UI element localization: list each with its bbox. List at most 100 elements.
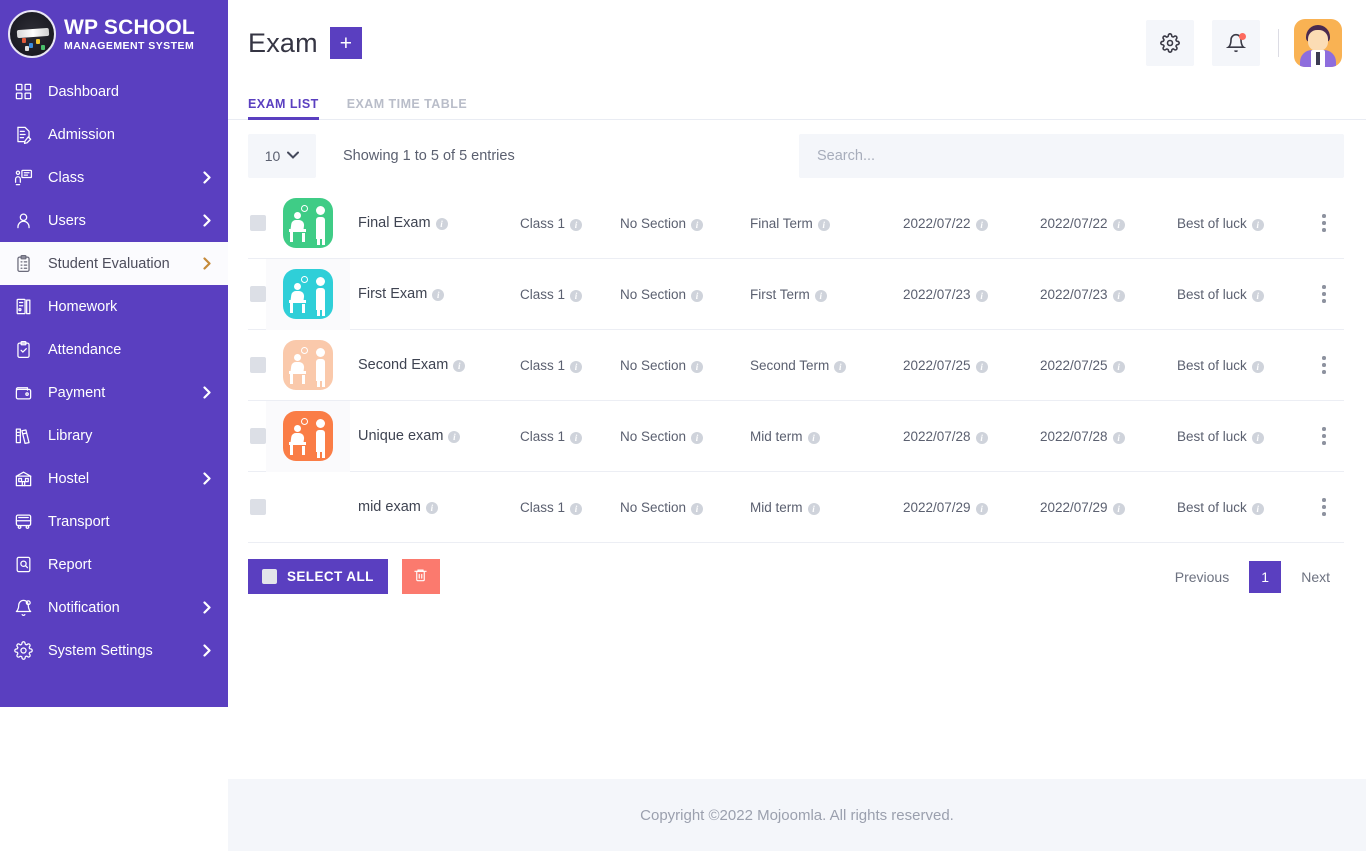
exam-icon [266,258,350,330]
info-icon[interactable]: i [817,218,830,231]
info-icon[interactable]: i [435,218,448,231]
sidebar-item-label: Homework [48,298,118,315]
chevron-right-icon [200,386,214,399]
row-actions-menu[interactable] [1304,423,1344,449]
info-icon[interactable]: i [1112,218,1125,231]
info-icon[interactable]: i [1251,218,1264,231]
info-icon[interactable]: i [807,431,820,444]
cell-section: No Section i [620,500,750,515]
pagination-next[interactable]: Next [1287,561,1344,593]
sidebar-item-system-settings[interactable]: System Settings [0,629,228,672]
graduation-cap-logo [8,10,56,58]
info-icon[interactable]: i [570,502,583,515]
info-icon[interactable]: i [814,289,827,302]
kebab-menu-icon[interactable] [1318,210,1330,236]
cell-end: 2022/07/25 i [1040,358,1177,373]
app-root: WP SCHOOL MANAGEMENT SYSTEM Dashboard Adm… [0,0,1366,851]
row-checkbox[interactable] [250,357,266,373]
info-icon[interactable]: i [691,502,704,515]
notifications-button[interactable] [1212,20,1260,66]
sidebar-item-users[interactable]: Users [0,199,228,242]
info-icon[interactable]: i [834,360,847,373]
sidebar-item-transport[interactable]: Transport [0,500,228,543]
wallet-icon [14,383,40,402]
info-icon[interactable]: i [975,289,988,302]
page-length-select[interactable]: 10 [248,134,316,178]
info-icon[interactable]: i [425,502,438,515]
kebab-menu-icon[interactable] [1318,281,1330,307]
row-checkbox[interactable] [250,499,266,515]
info-icon[interactable]: i [1112,289,1125,302]
sidebar-item-payment[interactable]: Payment [0,371,228,414]
row-checkbox[interactable] [250,215,266,231]
info-icon[interactable]: i [448,431,461,444]
settings-button[interactable] [1146,20,1194,66]
search-input[interactable] [799,134,1344,178]
info-icon[interactable]: i [1251,360,1264,373]
cell-section-text: No Section [620,357,687,373]
info-icon[interactable]: i [1112,360,1125,373]
select-all-button[interactable]: SELECT ALL [248,559,388,594]
kebab-menu-icon[interactable] [1318,423,1330,449]
sidebar-item-attendance[interactable]: Attendance [0,328,228,371]
tab-exam-time-table[interactable]: EXAM TIME TABLE [347,97,467,119]
select-all-checkbox-icon [262,569,277,584]
tab-label: EXAM TIME TABLE [346,97,468,111]
pagination-previous[interactable]: Previous [1161,561,1243,593]
gear-icon [1160,33,1180,53]
tab-exam-list[interactable]: EXAM LIST [248,97,319,120]
info-icon[interactable]: i [1112,502,1125,515]
info-icon[interactable]: i [691,289,704,302]
cell-class-text: Class 1 [520,428,566,444]
info-icon[interactable]: i [691,218,704,231]
info-icon[interactable]: i [453,360,466,373]
cell-note-text: Best of luck [1177,357,1247,373]
info-icon[interactable]: i [807,502,820,515]
sidebar-item-hostel[interactable]: Hostel [0,457,228,500]
sidebar-item-notification[interactable]: Notification [0,586,228,629]
row-checkbox[interactable] [250,428,266,444]
kebab-menu-icon[interactable] [1318,352,1330,378]
tab-bar: EXAM LIST EXAM TIME TABLE [228,86,1366,120]
info-icon[interactable]: i [1251,502,1264,515]
delete-selected-button[interactable] [401,559,440,594]
user-avatar[interactable] [1294,19,1342,67]
cell-start: 2022/07/29 i [903,500,1040,515]
row-checkbox[interactable] [250,286,266,302]
sidebar-item-admission[interactable]: Admission [0,113,228,156]
row-actions-menu[interactable] [1304,352,1344,378]
sidebar-item-report[interactable]: Report [0,543,228,586]
info-icon[interactable]: i [1112,431,1125,444]
kebab-menu-icon[interactable] [1318,494,1330,520]
pagination-page-1[interactable]: 1 [1249,560,1282,593]
sidebar-item-label: Report [48,556,92,573]
sidebar-item-class[interactable]: Class [0,156,228,199]
exam-icon [266,330,350,401]
info-icon[interactable]: i [1251,289,1264,302]
info-icon[interactable]: i [432,289,445,302]
chevron-right-icon [200,644,214,657]
sidebar-item-library[interactable]: Library [0,414,228,457]
info-icon[interactable]: i [975,502,988,515]
select-all-label: SELECT ALL [287,569,374,584]
brand-title: WP SCHOOL [64,15,195,39]
info-icon[interactable]: i [570,218,583,231]
sidebar-item-dashboard[interactable]: Dashboard [0,70,228,113]
sidebar-item-homework[interactable]: Homework [0,285,228,328]
row-actions-menu[interactable] [1304,494,1344,520]
row-actions-menu[interactable] [1304,281,1344,307]
row-actions-menu[interactable] [1304,210,1344,236]
info-icon[interactable]: i [975,218,988,231]
info-icon[interactable]: i [570,360,583,373]
cell-note-text: Best of luck [1177,428,1247,444]
info-icon[interactable]: i [570,289,583,302]
info-icon[interactable]: i [691,431,704,444]
info-icon[interactable]: i [975,431,988,444]
brand[interactable]: WP SCHOOL MANAGEMENT SYSTEM [0,0,228,68]
info-icon[interactable]: i [691,360,704,373]
sidebar-item-student-evaluation[interactable]: Student Evaluation [0,242,228,285]
info-icon[interactable]: i [975,360,988,373]
info-icon[interactable]: i [570,431,583,444]
add-exam-button[interactable]: + [329,27,362,59]
info-icon[interactable]: i [1251,431,1264,444]
